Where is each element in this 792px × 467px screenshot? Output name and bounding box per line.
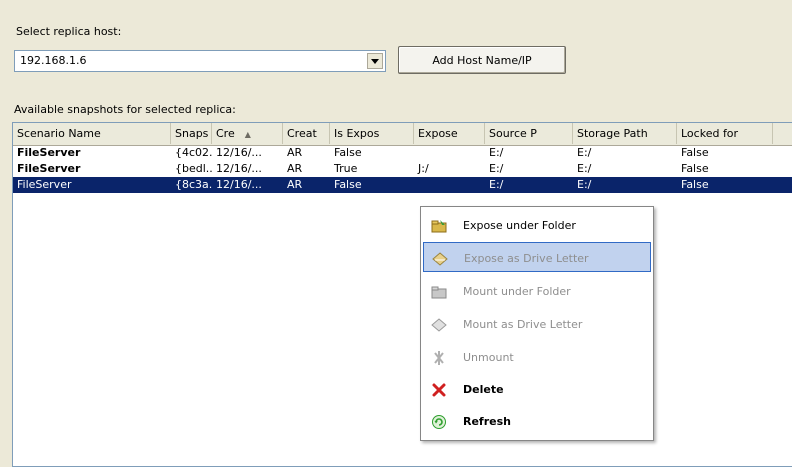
column-header-is-exposed[interactable]: Is Expos bbox=[330, 123, 414, 144]
column-header-expose[interactable]: Expose bbox=[414, 123, 485, 144]
column-header-locked-for[interactable]: Locked for bbox=[677, 123, 773, 144]
replica-host-value: 192.168.1.6 bbox=[20, 54, 87, 67]
snapshots-list[interactable]: Scenario Name Snaps Cre ▲ Creat Is Expos … bbox=[12, 122, 792, 467]
combo-dropdown-button[interactable] bbox=[367, 53, 383, 69]
folder-mount-icon bbox=[431, 286, 447, 299]
cell-snaps: {bedl... bbox=[175, 162, 212, 175]
add-host-button[interactable]: Add Host Name/IP bbox=[398, 46, 566, 74]
cell-scenario: FileServer bbox=[17, 146, 81, 159]
cell-creator: AR bbox=[287, 146, 303, 159]
column-header-storage-path[interactable]: Storage Path bbox=[573, 123, 677, 144]
column-header-snaps[interactable]: Snaps bbox=[171, 123, 212, 144]
unmount-icon bbox=[434, 351, 444, 365]
menu-item-refresh[interactable]: Refresh bbox=[423, 406, 651, 436]
cell-storage-path: E:/ bbox=[577, 146, 592, 159]
menu-item-delete[interactable]: Delete bbox=[423, 374, 651, 404]
cell-scenario: FileServer bbox=[17, 178, 72, 191]
sort-ascending-icon: ▲ bbox=[244, 130, 251, 139]
column-header-creator[interactable]: Creat bbox=[283, 123, 330, 144]
cell-is-exposed: False bbox=[334, 178, 362, 191]
column-header-created[interactable]: Cre ▲ bbox=[212, 123, 283, 144]
cell-is-exposed: False bbox=[334, 146, 362, 159]
table-row[interactable]: FileServer {bedl... 12/16/... AR True J:… bbox=[13, 161, 792, 177]
snapshots-label: Available snapshots for selected replica… bbox=[14, 103, 236, 116]
table-row-selected[interactable]: FileServer {8c3a... 12/16/... AR False E… bbox=[13, 177, 792, 193]
drive-expose-icon bbox=[432, 252, 448, 266]
folder-expose-icon bbox=[431, 220, 447, 233]
cell-locked-for: False bbox=[681, 178, 709, 191]
drive-mount-icon bbox=[431, 318, 447, 332]
cell-created: 12/16/... bbox=[216, 178, 262, 191]
cell-storage-path: E:/ bbox=[577, 162, 592, 175]
context-menu: Expose under Folder Expose as Drive Lett… bbox=[420, 206, 654, 441]
cell-snaps: {4c02... bbox=[175, 146, 212, 159]
cell-source-path: E:/ bbox=[489, 178, 504, 191]
cell-creator: AR bbox=[287, 162, 303, 175]
cell-scenario: FileServer bbox=[17, 162, 81, 175]
menu-item-mount-as-drive-letter[interactable]: Mount as Drive Letter bbox=[423, 309, 651, 339]
cell-expose: J:/ bbox=[418, 162, 429, 175]
replica-host-combobox[interactable]: 192.168.1.6 bbox=[14, 50, 386, 72]
cell-is-exposed: True bbox=[334, 162, 358, 175]
column-header-source-path[interactable]: Source P bbox=[485, 123, 573, 144]
cell-locked-for: False bbox=[681, 146, 709, 159]
cell-source-path: E:/ bbox=[489, 162, 504, 175]
cell-snaps: {8c3a... bbox=[175, 178, 212, 191]
column-header-row: Scenario Name Snaps Cre ▲ Creat Is Expos … bbox=[13, 123, 792, 146]
cell-locked-for: False bbox=[681, 162, 709, 175]
table-row[interactable]: FileServer {4c02... 12/16/... AR False E… bbox=[13, 145, 792, 161]
menu-item-expose-under-folder[interactable]: Expose under Folder bbox=[423, 210, 651, 240]
delete-icon bbox=[432, 383, 446, 397]
replica-host-label: Select replica host: bbox=[16, 25, 122, 38]
menu-item-unmount[interactable]: Unmount bbox=[423, 342, 651, 372]
cell-storage-path: E:/ bbox=[577, 178, 592, 191]
cell-source-path: E:/ bbox=[489, 146, 504, 159]
column-header-scenario-name[interactable]: Scenario Name bbox=[13, 123, 171, 144]
cell-created: 12/16/... bbox=[216, 162, 262, 175]
menu-item-expose-as-drive-letter[interactable]: Expose as Drive Letter bbox=[423, 242, 651, 272]
cell-creator: AR bbox=[287, 178, 303, 191]
menu-item-mount-under-folder[interactable]: Mount under Folder bbox=[423, 276, 651, 306]
cell-created: 12/16/... bbox=[216, 146, 262, 159]
chevron-down-icon bbox=[371, 58, 379, 64]
refresh-icon bbox=[432, 415, 446, 429]
